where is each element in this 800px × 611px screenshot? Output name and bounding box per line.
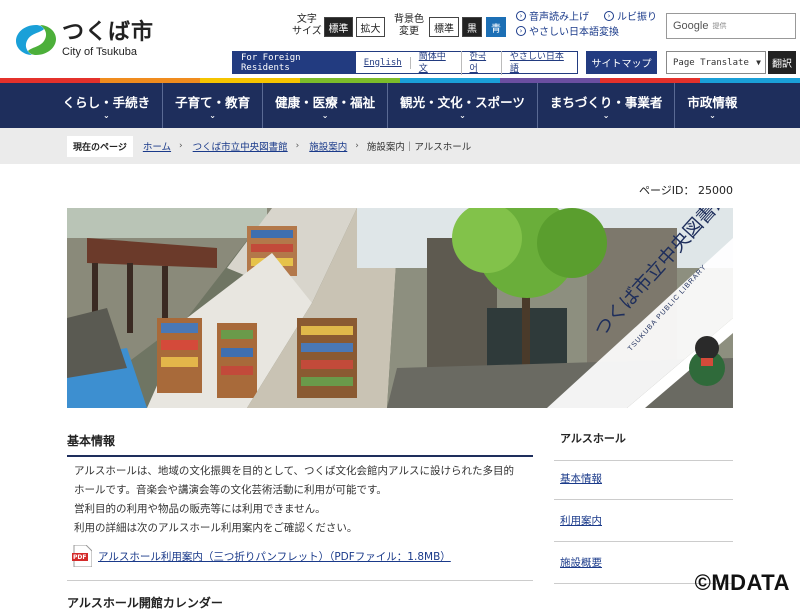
page-id: ページID： 25000 [639, 182, 733, 198]
translate-button[interactable]: 翻訳 [768, 51, 796, 74]
chevron-down-icon: ⌄ [709, 112, 716, 120]
bg-black-button[interactable]: 黒 [462, 17, 482, 37]
breadcrumb-current: 施設案内｜アルスホール [367, 139, 471, 153]
sidebar-item-usage-guide[interactable]: 利用案内 [554, 500, 733, 542]
site-logo[interactable]: つくば市 City of Tsukuba [14, 22, 154, 58]
google-search-input[interactable]: Google 提供 [666, 13, 796, 39]
text-size-large-button[interactable]: 拡大 [356, 17, 385, 37]
hero-banner: つくば市立中央図書館 TSUKUBA PUBLIC LIBRARY [67, 208, 733, 408]
bg-blue-button[interactable]: 青 [486, 17, 506, 37]
read-aloud-link[interactable]: › 音声読み上げ [516, 8, 589, 23]
bg-color-label: 背景色 変更 [394, 14, 424, 38]
description-text: アルスホールは、地域の文化振興を目的として、つくば文化会館内アルスに設けられた多… [74, 462, 534, 538]
breadcrumb: 現在のページ ホーム › つくば市立中央図書館 › 施設案内 › 施設案内｜アル… [0, 128, 800, 164]
lang-korean[interactable]: 한국어 [462, 51, 502, 75]
lang-english[interactable]: English [356, 57, 411, 69]
pdf-icon: PDF [72, 545, 92, 567]
chevron-right-icon: › [296, 141, 300, 151]
sidebar-item-basic-info[interactable]: 基本情報 [554, 458, 733, 500]
google-provided: 提供 [712, 21, 726, 31]
easy-japanese-link[interactable]: › やさしい日本語変換 [516, 23, 619, 38]
nav-item-tourism[interactable]: 観光・文化・スポーツ⌄ [387, 83, 537, 128]
section-title-basic-info: 基本情報 [67, 432, 533, 457]
bg-standard-button[interactable]: 標準 [429, 17, 459, 37]
chevron-right-icon: › [179, 141, 183, 151]
pdf-guide-link[interactable]: PDF アルスホール利用案内（三つ折りパンフレット）（PDFファイル：1.8MB… [72, 545, 451, 567]
page-translate-select[interactable]: Page Translate ▼ [666, 51, 766, 74]
logo-english: City of Tsukuba [62, 47, 154, 58]
circle-arrow-icon: › [604, 11, 614, 21]
text-size-label: 文字 サイズ [292, 14, 322, 38]
language-bar: For Foreign Residents English 簡体中文 한국어 や… [232, 51, 578, 74]
nav-item-city-info[interactable]: 市政情報⌄ [674, 83, 749, 128]
chevron-right-icon: › [355, 141, 359, 151]
chevron-down-icon: ⌄ [322, 112, 329, 120]
chevron-down-icon: ▼ [756, 58, 761, 67]
circle-arrow-icon: › [516, 26, 526, 36]
breadcrumb-library[interactable]: つくば市立中央図書館 [193, 139, 288, 153]
logo-japanese: つくば市 [62, 22, 154, 44]
nav-item-health[interactable]: 健康・医療・福祉⌄ [262, 83, 387, 128]
nav-item-living[interactable]: くらし・手続き⌄ [51, 83, 163, 128]
lang-chinese[interactable]: 簡体中文 [411, 51, 462, 75]
google-brand: Google [673, 20, 708, 32]
chevron-down-icon: ⌄ [209, 112, 216, 120]
global-nav: くらし・手続き⌄ 子育て・教育⌄ 健康・医療・福祉⌄ 観光・文化・スポーツ⌄ ま… [0, 83, 800, 128]
watermark: ©MDATA [695, 570, 790, 596]
tsukuba-logo-icon [14, 23, 58, 57]
breadcrumb-home[interactable]: ホーム [143, 139, 171, 153]
section-divider [67, 580, 533, 581]
chevron-down-icon: ⌄ [603, 112, 610, 120]
ruby-link[interactable]: › ルビ振り [604, 8, 657, 23]
chevron-down-icon: ⌄ [103, 112, 110, 120]
sitemap-button[interactable]: サイトマップ [586, 51, 657, 74]
foreign-residents-label: For Foreign Residents [233, 52, 356, 73]
circle-arrow-icon: › [516, 11, 526, 21]
breadcrumb-facilities[interactable]: 施設案内 [309, 139, 347, 153]
section-title-calendar: アルスホール開館カレンダー [67, 594, 223, 611]
chevron-down-icon: ⌄ [459, 112, 466, 120]
breadcrumb-here-label: 現在のページ [67, 136, 133, 157]
site-header: つくば市 City of Tsukuba 文字 サイズ 標準 拡大 背景色 変更… [0, 0, 800, 78]
nav-item-business[interactable]: まちづくり・事業者⌄ [537, 83, 675, 128]
lang-easy-japanese[interactable]: やさしい日本語 [502, 51, 577, 75]
nav-item-childcare[interactable]: 子育て・教育⌄ [162, 83, 262, 128]
text-size-standard-button[interactable]: 標準 [324, 17, 353, 37]
sidebar-heading: アルスホール [554, 428, 733, 461]
